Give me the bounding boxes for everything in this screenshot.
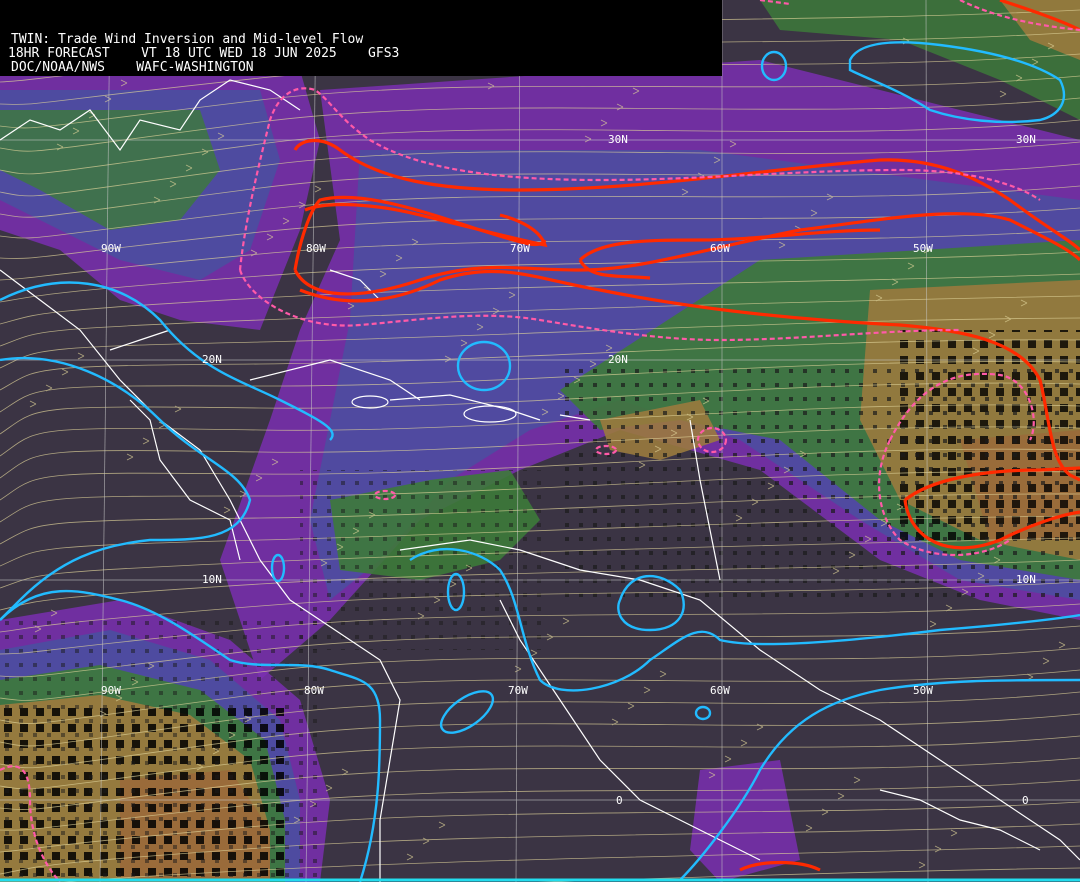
lon-label-80w-top: 80W (306, 242, 326, 255)
model-name: GFS3 (368, 46, 400, 61)
map-title: TWIN: Trade Wind Inversion and Mid-level… (11, 32, 364, 47)
lat-label-20n-a: 20N (202, 353, 222, 366)
lat-label-0-a: 0 (616, 794, 623, 807)
lat-label-20n-b: 20N (608, 353, 628, 366)
lat-label-30n-b: 30N (1016, 133, 1036, 146)
lon-label-60w-bottom: 60W (710, 684, 730, 697)
agency-name: DOC/NOAA/NWS (11, 60, 105, 75)
forecast-hour: 18HR FORECAST (8, 46, 110, 61)
lat-label-0-b: 0 (1022, 794, 1029, 807)
map-header: TWIN: Trade Wind Inversion and Mid-level… (0, 0, 722, 76)
lat-label-10n-a: 10N (202, 573, 222, 586)
lon-label-80w-bottom: 80W (304, 684, 324, 697)
weather-map: 30N 30N 20N 20N 10N 10N 0 0 90W 80W 70W … (0, 0, 1080, 882)
map-frame: 30N 30N 20N 20N 10N 10N 0 0 90W 80W 70W … (0, 0, 1080, 882)
lon-label-70w-top: 70W (510, 242, 530, 255)
lat-label-10n-b: 10N (1016, 573, 1036, 586)
valid-time: VT 18 UTC WED 18 JUN 2025 (141, 46, 337, 61)
forecast-line: 18HR FORECAST VT 18 UTC WED 18 JUN 2025 … (0, 47, 722, 61)
agency-line: DOC/NOAA/NWS WAFC-WASHINGTON (0, 61, 722, 75)
lon-label-90w-bottom: 90W (101, 684, 121, 697)
lon-label-90w-top: 90W (101, 242, 121, 255)
lon-label-60w-top: 60W (710, 242, 730, 255)
center-name: WAFC-WASHINGTON (136, 60, 254, 75)
lon-label-50w-top: 50W (913, 242, 933, 255)
lon-label-70w-bottom: 70W (508, 684, 528, 697)
lat-label-30n-a: 30N (608, 133, 628, 146)
lon-label-50w-bottom: 50W (913, 684, 933, 697)
